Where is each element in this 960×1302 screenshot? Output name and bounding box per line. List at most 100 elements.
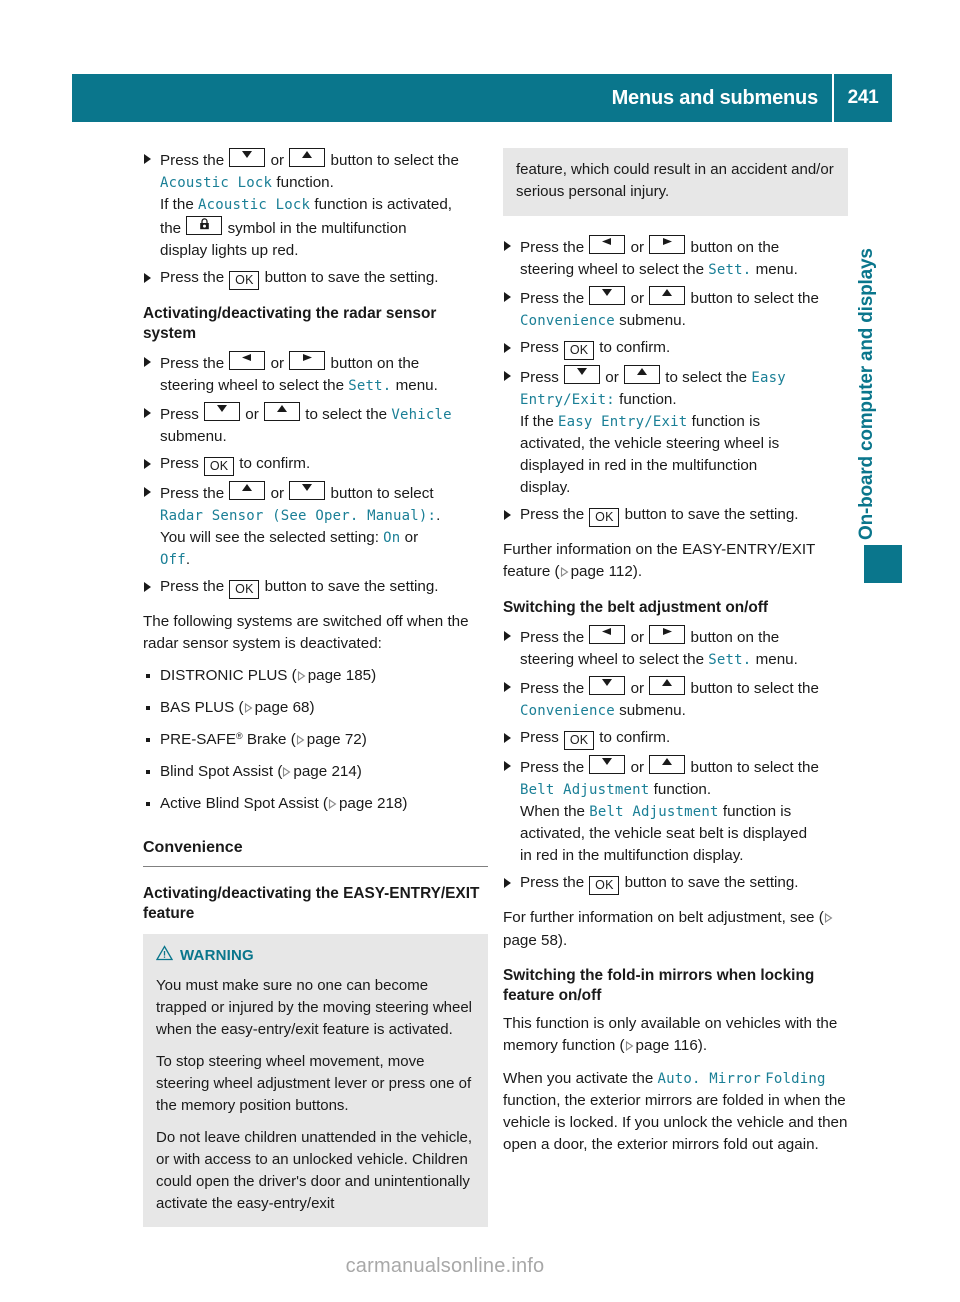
ok-button-icon[interactable]: OK (589, 876, 620, 896)
step-text: Press the (160, 152, 229, 169)
step-subline: If the Acoustic Lock function is activat… (160, 194, 488, 216)
chapter-side-tab-label: On-board computer and displays (856, 248, 877, 540)
down-arrow-icon[interactable] (229, 148, 266, 167)
warning-paragraph: Do not leave children unattended in the … (156, 1129, 473, 1213)
step-subline: Convenience submenu. (520, 310, 848, 332)
step-subline: steering wheel to select the Sett. menu. (520, 649, 848, 671)
step-ee-save: Press the OK button to save the setting. (503, 504, 848, 528)
menu-item-acoustic-lock: Acoustic Lock (160, 175, 273, 192)
lock-icon (186, 216, 223, 236)
menu-item-auto-mirror-folding: Auto. Mirror (657, 1070, 762, 1087)
step-radar-confirm: Press OK to confirm. (143, 453, 488, 476)
page-number: 241 (847, 87, 879, 108)
up-arrow-icon[interactable] (649, 675, 686, 695)
step-subline: Belt Adjustment function. (520, 779, 848, 801)
mirror-availability-note: This function is only available on vehic… (503, 1013, 848, 1058)
down-arrow-icon[interactable] (289, 480, 326, 500)
step-radar-select-sensor-option: Press the or button to select Radar Sens… (143, 480, 488, 571)
step-belt-select-convenience-submenu: Press the or button to select the Conven… (503, 675, 848, 722)
note-text: ). (697, 1036, 708, 1054)
step-text: button on the (686, 628, 780, 646)
step-text: steering wheel to select the (160, 376, 349, 394)
step-subline: the symbol in the multifunction (160, 216, 488, 240)
step-text: Press the (520, 758, 589, 776)
down-arrow-icon[interactable] (589, 286, 626, 306)
ok-button-icon[interactable]: OK (589, 508, 620, 528)
step-text: If the (160, 196, 198, 214)
right-arrow-icon[interactable] (649, 235, 686, 255)
step-text: button to save the setting. (260, 269, 439, 287)
list-item: Blind Spot Assist (page 214) (143, 761, 488, 784)
step-text: function is (687, 413, 761, 431)
step-text: or (626, 758, 649, 776)
step-text: menu. (751, 650, 798, 668)
step-subline: You will see the selected setting: On or (160, 527, 488, 549)
step-text: Press (160, 454, 204, 472)
step-belt-select-sett-menu: Press the or button on the steering whee… (503, 624, 848, 671)
heading-radar-sensor: Activating/deactivating the radar sensor… (143, 305, 437, 343)
mirror-description: When you activate the Auto. Mirror Foldi… (503, 1068, 848, 1156)
heading-easy-entry-exit: Activating/deactivating the EASY-ENTRY/E… (143, 885, 480, 923)
up-arrow-icon[interactable] (229, 480, 266, 500)
up-arrow-icon[interactable] (289, 148, 326, 167)
page-ref-number: 68 (292, 699, 310, 717)
left-arrow-icon[interactable] (589, 624, 626, 644)
up-arrow-icon[interactable] (264, 401, 300, 421)
menu-item-belt-adjustment: Belt Adjustment (589, 803, 719, 820)
step-text: Press the (160, 484, 229, 502)
step-subline: Off. (160, 549, 488, 571)
step-subline: submenu. (160, 427, 227, 445)
down-arrow-icon[interactable] (564, 365, 601, 385)
down-arrow-icon[interactable] (589, 754, 626, 774)
step-text: Press the (160, 578, 229, 596)
up-arrow-icon[interactable] (649, 754, 686, 774)
ok-button-icon[interactable]: OK (564, 341, 595, 361)
down-arrow-icon[interactable] (589, 675, 626, 695)
step-belt-confirm: Press OK to confirm. (503, 727, 848, 750)
step-text: function is (718, 802, 792, 820)
step-text: function is activated, (310, 196, 453, 214)
right-arrow-icon[interactable] (649, 624, 686, 644)
down-arrow-icon[interactable] (204, 401, 241, 421)
note-text: ). (632, 563, 643, 581)
step-text: menu. (391, 376, 438, 394)
note-text: When you activate the (503, 1069, 658, 1087)
up-arrow-icon[interactable] (624, 365, 660, 385)
page-ref: page 58 (503, 932, 558, 950)
step-text: button on the (686, 239, 780, 257)
page-ref-label: page (306, 731, 341, 749)
step-text: button to save the setting. (620, 874, 799, 892)
radar-note-paragraph: The following systems are switched off w… (143, 613, 469, 653)
step-text: You will see the selected setting: (160, 529, 384, 546)
right-arrow-icon[interactable] (289, 350, 326, 370)
step-belt-select-function: Press the or button to select the Belt A… (503, 754, 848, 867)
warning-paragraph: To stop steering wheel movement, move st… (156, 1052, 472, 1115)
warning-header: WARNING (155, 944, 475, 968)
menu-item-easy-entry-exit: Entry/Exit: (520, 392, 615, 409)
up-arrow-icon[interactable] (649, 286, 686, 306)
registered-mark: ® (235, 731, 243, 742)
ok-button-icon[interactable]: OK (229, 271, 260, 291)
ok-button-icon[interactable]: OK (229, 580, 260, 600)
belt-note: For further information on belt adjustme… (503, 907, 848, 952)
left-arrow-icon[interactable] (229, 350, 266, 370)
step-subline: steering wheel to select the Sett. menu. (160, 375, 488, 397)
page-ref-number: 185 (345, 667, 372, 685)
page-ref-label: page (293, 763, 328, 781)
menu-item-sett: Sett. (348, 377, 392, 394)
left-arrow-icon[interactable] (589, 235, 626, 255)
page-ref-label: page (338, 795, 373, 813)
system-name: Blind Spot Assist (160, 763, 274, 781)
heading-fold-in-mirrors: Switching the fold-in mirrors when locki… (503, 967, 815, 1005)
list-item: Active Blind Spot Assist (page 218) (143, 793, 488, 816)
step-text: Press the (520, 290, 589, 308)
step-text: . (185, 551, 191, 569)
ok-button-icon[interactable]: OK (204, 456, 235, 476)
page-ref-icon (328, 794, 337, 816)
menu-item-belt-adjustment: Belt Adjustment (520, 781, 650, 798)
step-ee-confirm: Press OK to confirm. (503, 337, 848, 361)
menu-item-sett: Sett. (708, 651, 752, 668)
menu-item-radar-sensor: Radar Sensor (See Oper. Manual): (160, 507, 437, 524)
step-subline: displayed in red in the multifunction (520, 457, 758, 475)
ok-button-icon[interactable]: OK (564, 730, 595, 750)
